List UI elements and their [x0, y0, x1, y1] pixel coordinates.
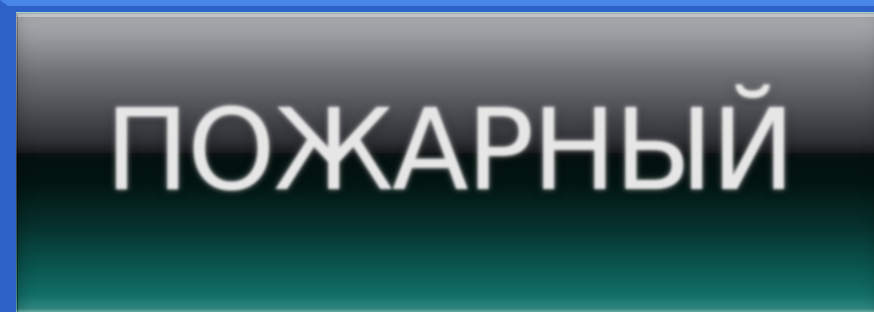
button-shine [17, 13, 874, 17]
action-button[interactable]: ПОЖАРНЫЙ [16, 12, 874, 312]
button-label: ПОЖАРНЫЙ [105, 86, 795, 216]
window-frame: ПОЖАРНЫЙ [0, 0, 874, 312]
